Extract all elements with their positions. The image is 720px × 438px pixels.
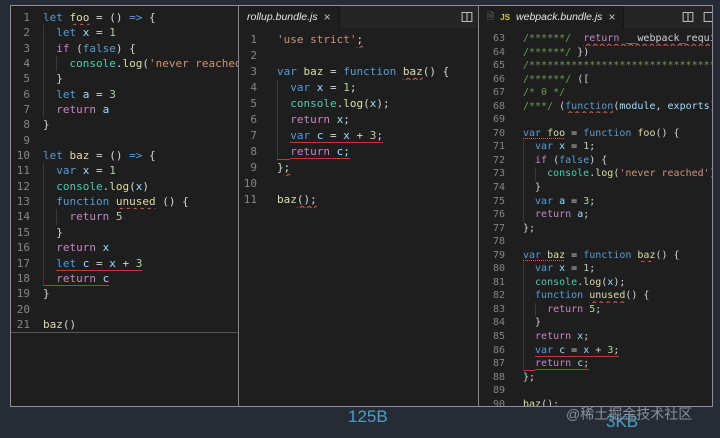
code-line: 73 console.log('never reached'); (492, 167, 712, 182)
code-line: 1 let foo = () => { (23, 11, 156, 24)
code-line: 64/******/ }) (492, 46, 590, 58)
code-line: 1'use strict'; (250, 33, 364, 46)
code-line: 72 if (false) { (492, 153, 608, 168)
code-line: 84 } (492, 316, 542, 331)
pane-rollup[interactable]: rollup.bundle.js × 1'use strict'; 2 3 var b… (239, 6, 478, 406)
code-line: 9 (23, 133, 30, 147)
tab-webpack-bundle[interactable]: 🗎 JS webpack.bundle.js × (479, 6, 625, 28)
pane-divider-2[interactable] (478, 6, 479, 406)
code-line: 70 var foo = function foo() { (492, 127, 680, 139)
pane-webpack-code[interactable]: 63/******/ return __webpack_require__ 64/… (479, 32, 712, 406)
code-line: 6 return x; (250, 112, 350, 128)
code-line: 15 } (16, 224, 63, 241)
pane-divider-1[interactable] (238, 6, 239, 406)
code-line: 10 let baz = () => { (16, 149, 156, 163)
code-line: 79 var baz = function baz() { (492, 249, 680, 261)
code-line: 77}; (492, 222, 536, 234)
code-line: 71 var x = 1; (492, 140, 596, 154)
code-line: 78 (492, 236, 505, 248)
code-line: 5 } (23, 71, 63, 87)
pane-rollup-code[interactable]: 1'use strict'; 2 3 var baz = function baz()… (239, 32, 478, 208)
code-line: 76 return a; (492, 208, 590, 222)
code-line: 8} (23, 118, 50, 132)
code-line: 67/* 0 */ (492, 87, 566, 99)
code-line: 9}; (250, 161, 291, 174)
code-line: 8 return c; (250, 144, 350, 160)
code-line: 7 return a (23, 102, 110, 118)
code-line: 16 return x (16, 240, 110, 256)
code-line: 13 function unused () { (16, 194, 189, 210)
code-line: 74 } (492, 181, 542, 195)
code-line: 19} (16, 287, 50, 301)
code-line: 83 return 5; (492, 302, 602, 317)
tab-webpack-close-icon[interactable]: × (608, 11, 615, 23)
code-line: 88}; (492, 371, 536, 383)
code-line: 2 let x = 1 (23, 25, 116, 41)
code-line: 11 var x = 1 (16, 163, 116, 179)
editor-window: 1 let foo = () => {2 let x = 13 if (false… (10, 5, 713, 407)
code-line: 86 var c = x + 3; (492, 343, 620, 358)
rollup-tabbar: rollup.bundle.js × (239, 6, 478, 28)
watermark: @稀土掘金技术社区 (566, 406, 693, 422)
code-line: 21 baz() (11, 317, 238, 334)
code-line: 5 console.log(x); (250, 96, 390, 112)
code-line: 12 console.log(x) (16, 178, 149, 195)
code-line: 4 var x = 1; (250, 80, 357, 96)
editor-layout-icon[interactable] (703, 11, 712, 23)
code-line: 14 return 5 (16, 209, 123, 225)
code-line: 75 var a = 3; (492, 194, 596, 209)
pane-webpack[interactable]: 🗎 JS webpack.bundle.js × 63 /******/ ret… (479, 6, 712, 406)
code-line: 81 console.log(x); (492, 275, 626, 290)
code-line: 11 baz(); (243, 193, 317, 206)
code-line: 63/******/ return __webpack_require__ (492, 33, 712, 44)
pane-source[interactable]: 1 let foo = () => {2 let x = 13 if (false… (11, 6, 238, 406)
code-line: 82 function unused() { (492, 289, 650, 303)
code-line: 68/***/ (function(module, exports) (492, 100, 712, 112)
code-line: 6 let a = 3 (23, 86, 116, 103)
code-line: 20 (16, 302, 30, 316)
split-editor-icon[interactable] (682, 11, 694, 23)
js-file-icon: JS (500, 12, 511, 22)
code-line: 69 (492, 114, 505, 126)
code-line: 17 let c = x + 3 (16, 255, 143, 271)
code-line: 87 return c; (492, 357, 590, 371)
code-line: 4 console.log('never reached') (23, 56, 238, 72)
code-line: 65/*************************************… (492, 60, 712, 72)
code-line: 18 return c (16, 270, 110, 287)
code-line: 66/******/ ([ (492, 73, 590, 85)
code-line: 2 (250, 49, 257, 62)
code-line: 89 (492, 385, 505, 397)
split-editor-icon[interactable] (461, 11, 473, 23)
code-line: 3 if (false) { (23, 40, 136, 57)
rollup-size-label: 125B (348, 407, 388, 426)
code-line: 80 var x = 1; (492, 262, 596, 276)
code-line: 10 (243, 177, 257, 190)
code-line: 7 var c = x + 3; (250, 128, 383, 144)
tab-rollup-close-icon[interactable]: × (324, 11, 331, 23)
code-line: 85 return x; (492, 330, 590, 344)
screenshot-root: { "footer": { "rollup_size": "125B", "we… (0, 0, 720, 438)
tab-rollup-bundle[interactable]: rollup.bundle.js × (239, 6, 340, 28)
code-line: 3 var baz = function baz() { (250, 65, 450, 78)
webpack-tabbar: 🗎 JS webpack.bundle.js × (479, 6, 712, 28)
file-icon: 🗎 (487, 11, 495, 21)
pane-source-code[interactable]: 1 let foo = () => {2 let x = 13 if (false… (11, 10, 238, 334)
tab-rollup-label: rollup.bundle.js (247, 11, 318, 23)
tab-webpack-label: webpack.bundle.js (516, 11, 603, 23)
